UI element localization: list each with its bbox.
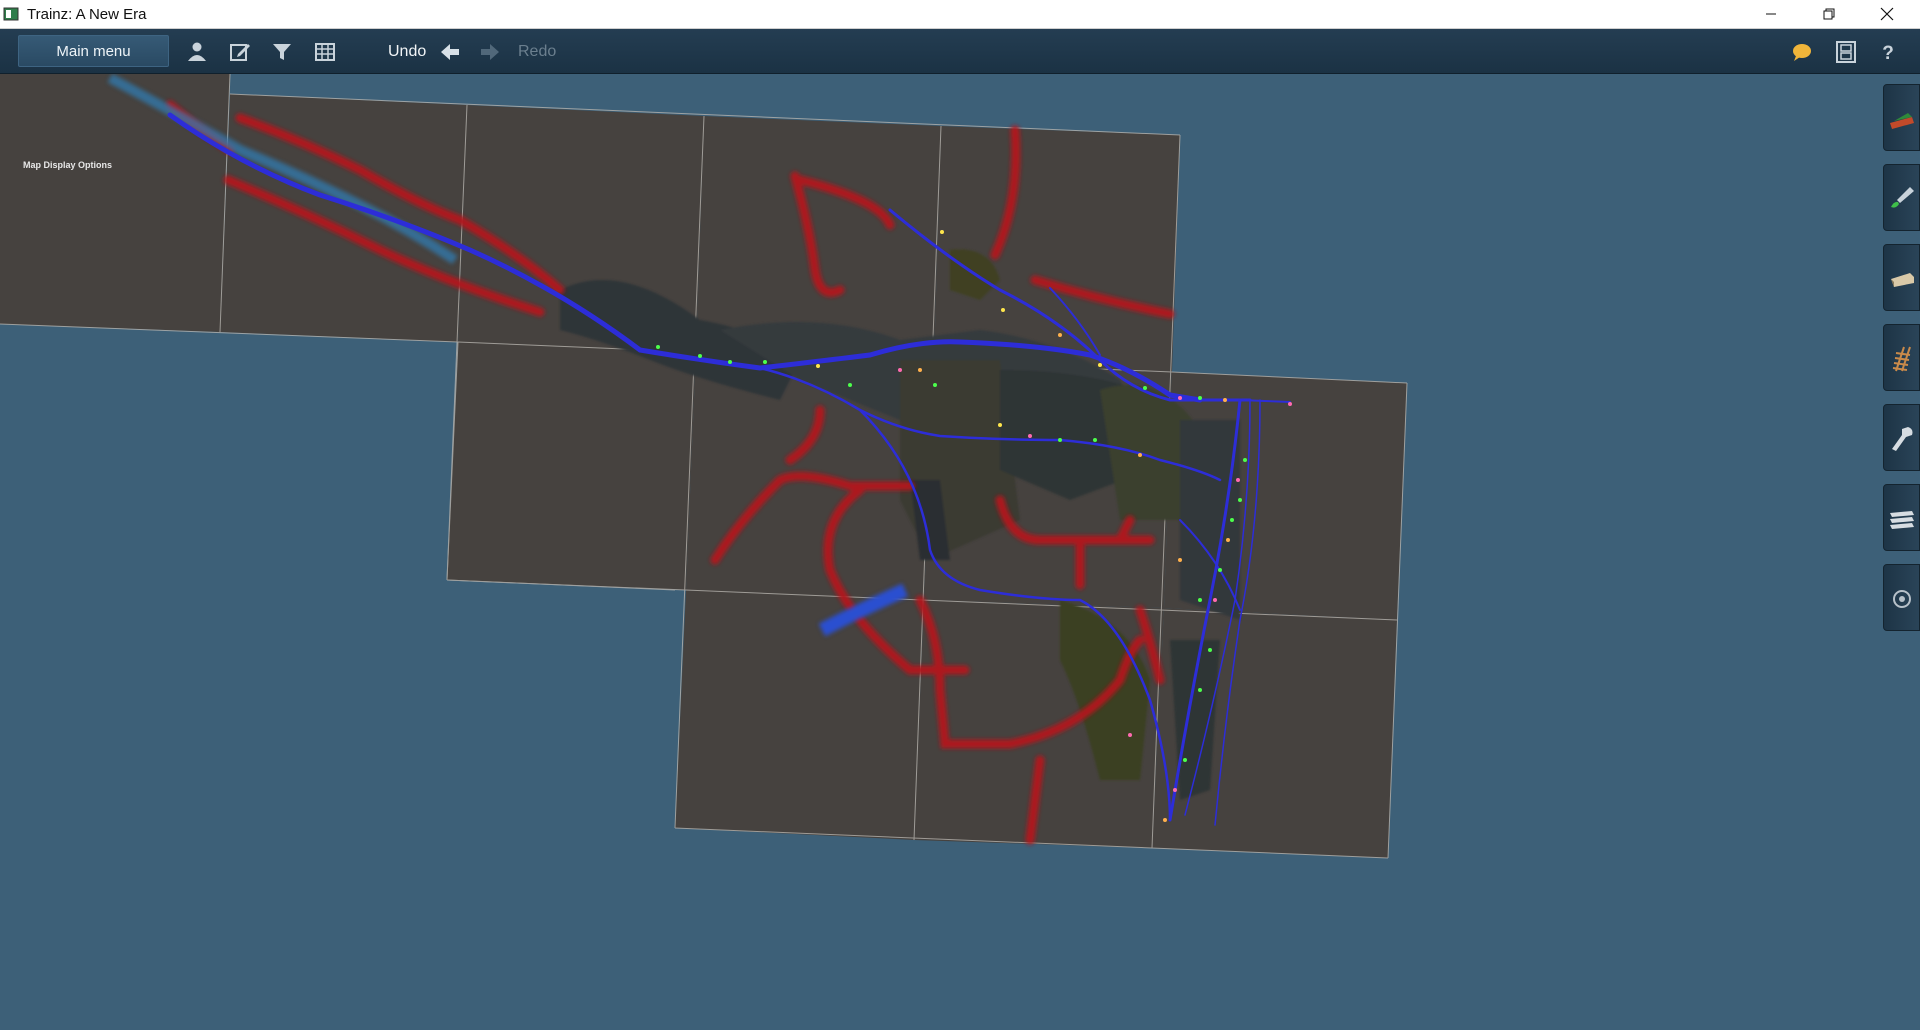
train-icon xyxy=(1890,113,1914,129)
filter-icon[interactable] xyxy=(270,40,294,64)
grid-icon[interactable] xyxy=(313,40,337,64)
track-icon xyxy=(1892,346,1911,372)
redo-arrow-icon[interactable] xyxy=(478,40,502,64)
wrench-icon xyxy=(1892,427,1913,451)
window-title-bar: Trainz: A New Era xyxy=(0,0,1920,29)
minimize-icon xyxy=(1766,13,1776,15)
undo-arrow-icon[interactable] xyxy=(438,40,462,64)
settings-icon xyxy=(1893,590,1911,608)
app-icon xyxy=(3,7,19,21)
palette-button-tools[interactable] xyxy=(1883,404,1920,471)
undo-button[interactable]: Undo xyxy=(388,43,426,61)
minimize-button[interactable] xyxy=(1742,0,1800,28)
palette-button-objects[interactable] xyxy=(1883,244,1920,311)
restore-button[interactable] xyxy=(1800,0,1858,28)
window-title: Trainz: A New Era xyxy=(27,6,147,23)
paint-brush-icon xyxy=(1891,187,1914,208)
help-icon[interactable]: ? xyxy=(1876,40,1900,64)
map-display-options-label[interactable]: Map Display Options xyxy=(23,160,112,170)
redo-button[interactable]: Redo xyxy=(518,43,556,61)
main-menu-button[interactable]: Main menu xyxy=(18,35,169,67)
chat-bubble-icon[interactable] xyxy=(1790,40,1814,64)
restore-icon xyxy=(1823,8,1835,20)
editor-toolbar: Main menu Undo Redo ? xyxy=(0,29,1920,74)
palette-button-layers[interactable] xyxy=(1883,484,1920,551)
palette-button-paint[interactable] xyxy=(1883,164,1920,231)
map-viewport[interactable]: Map Display Options xyxy=(0,74,1920,1030)
locomotive-icon xyxy=(1891,273,1914,287)
route-map[interactable] xyxy=(0,74,1920,1030)
layers-icon xyxy=(1890,511,1914,529)
close-button[interactable] xyxy=(1858,0,1916,28)
palette-button-settings[interactable] xyxy=(1883,564,1920,631)
palette-button-trains[interactable] xyxy=(1883,84,1920,151)
person-icon[interactable] xyxy=(185,40,209,64)
close-icon xyxy=(1880,7,1894,21)
svg-text:?: ? xyxy=(1882,43,1894,64)
edit-icon[interactable] xyxy=(228,40,252,64)
palette-button-track[interactable] xyxy=(1883,324,1920,391)
film-strip-icon[interactable] xyxy=(1834,40,1858,64)
